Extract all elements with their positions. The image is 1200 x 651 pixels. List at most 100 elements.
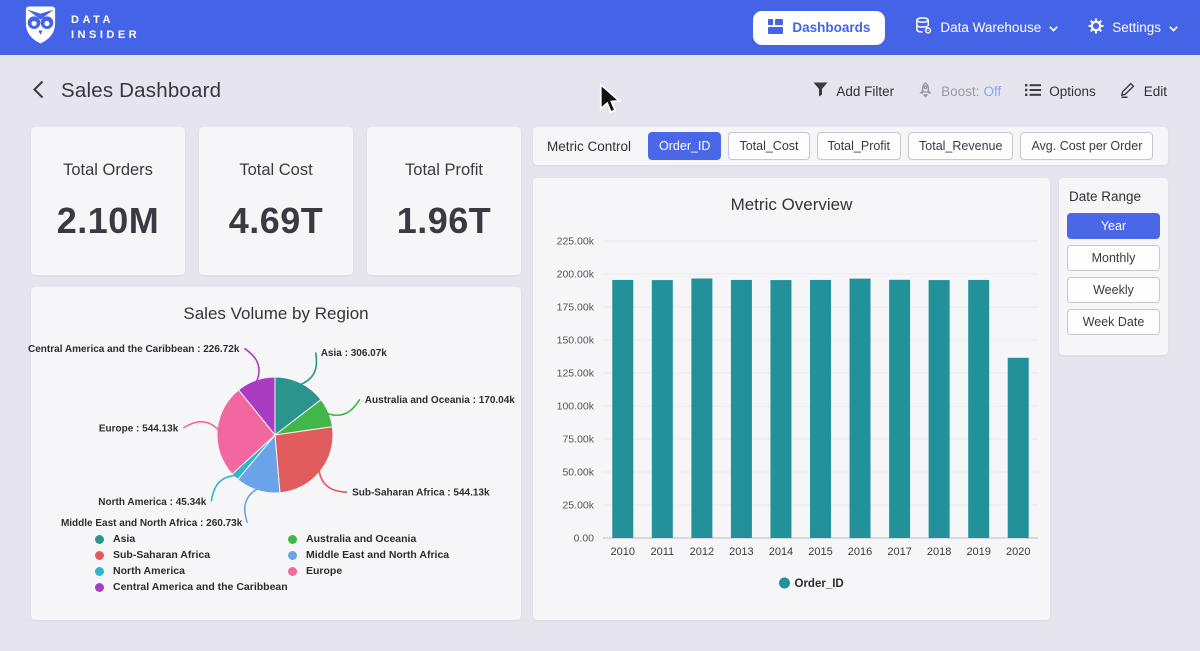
x-tick-label: 2012 xyxy=(690,546,714,558)
legend-item-middle-east-and-north-africa[interactable]: Middle East and North Africa xyxy=(288,549,449,561)
edit-pencil-icon xyxy=(1120,82,1136,101)
date-range-button-week-date[interactable]: Week Date xyxy=(1067,309,1160,335)
settings-label: Settings xyxy=(1112,20,1161,35)
x-tick-label: 2018 xyxy=(927,546,951,558)
bar-2014[interactable] xyxy=(770,280,791,538)
legend-dot xyxy=(95,535,104,544)
dashboards-label: Dashboards xyxy=(792,20,870,35)
legend-dot xyxy=(95,551,104,560)
dashboards-button[interactable]: Dashboards xyxy=(753,11,885,45)
y-tick-label: 50.00k xyxy=(562,467,594,479)
add-filter-label: Add Filter xyxy=(836,84,894,99)
chevron-down-icon xyxy=(1049,20,1058,35)
options-button[interactable]: Options xyxy=(1025,83,1096,100)
database-icon xyxy=(915,17,932,38)
metric-button-total-revenue[interactable]: Total_Revenue xyxy=(908,132,1013,160)
pie-legend-column-2: Australia and Oceania Middle East and Nor… xyxy=(288,533,449,577)
options-label: Options xyxy=(1049,84,1096,99)
legend-label: North America xyxy=(113,565,185,577)
owl-logo-icon xyxy=(22,5,59,50)
kpi-card-total-profit: Total Profit 1.96T xyxy=(367,127,521,275)
bar-2019[interactable] xyxy=(968,280,989,538)
x-tick-label: 2016 xyxy=(848,546,872,558)
edit-button[interactable]: Edit xyxy=(1120,82,1167,101)
x-tick-label: 2014 xyxy=(769,546,793,558)
legend-dot xyxy=(288,567,297,576)
legend-label: Middle East and North Africa xyxy=(306,549,449,561)
brand-line2: INSIDER xyxy=(71,28,140,43)
bar-2016[interactable] xyxy=(850,279,871,538)
metric-control-bar: Metric Control Order_IDTotal_Cost Total_P… xyxy=(533,127,1168,165)
metric-button-total-profit[interactable]: Total_Profit xyxy=(817,132,902,160)
legend-item-sub-saharan-africa[interactable]: Sub-Saharan Africa xyxy=(95,549,288,561)
legend-label: Sub-Saharan Africa xyxy=(113,549,210,561)
pie-slice-label: Australia and Oceania : 170.04k xyxy=(365,395,516,406)
y-tick-label: 100.00k xyxy=(557,401,595,413)
kpi-card-total-cost: Total Cost 4.69T xyxy=(199,127,353,275)
kpi-value: 2.10M xyxy=(57,200,160,242)
bar-2010[interactable] xyxy=(612,280,633,538)
x-tick-label: 2019 xyxy=(966,546,990,558)
bar-2018[interactable] xyxy=(929,280,950,538)
metric-button-total-cost[interactable]: Total_Cost xyxy=(728,132,809,160)
kpi-label: Total Orders xyxy=(63,161,153,180)
bar-2017[interactable] xyxy=(889,280,910,538)
data-warehouse-label: Data Warehouse xyxy=(940,20,1041,35)
brand-line1: DATA xyxy=(71,13,140,28)
pie-legend-column-1: Asia Sub-Saharan Africa North America Centr… xyxy=(95,533,288,593)
metric-button-avg-cost-per-order[interactable]: Avg. Cost per Order xyxy=(1020,132,1153,160)
back-button[interactable] xyxy=(33,80,44,102)
add-filter-button[interactable]: Add Filter xyxy=(813,82,894,100)
y-tick-label: 125.00k xyxy=(557,368,595,380)
legend-dot xyxy=(288,535,297,544)
legend-item-europe[interactable]: Europe xyxy=(288,565,449,577)
chevron-left-icon xyxy=(33,80,44,102)
bar-2020[interactable] xyxy=(1008,358,1029,538)
legend-item-central-america-and-the-caribbean[interactable]: Central America and the Caribbean xyxy=(95,581,288,593)
gear-icon xyxy=(1088,18,1104,37)
pie-label-line xyxy=(300,353,317,385)
legend-item-australia-and-oceania[interactable]: Australia and Oceania xyxy=(288,533,449,545)
date-range-buttons: Year Monthly Weekly Week Date xyxy=(1067,213,1160,335)
metric-overview-card: Metric Overview 0.0025.00k50.00k75.00k10… xyxy=(533,178,1050,620)
legend-item-asia[interactable]: Asia xyxy=(95,533,288,545)
date-range-button-monthly[interactable]: Monthly xyxy=(1067,245,1160,271)
y-tick-label: 150.00k xyxy=(557,335,595,347)
bar-2012[interactable] xyxy=(691,278,712,538)
legend-label: Europe xyxy=(306,565,342,577)
legend-dot xyxy=(288,551,297,560)
bar-2013[interactable] xyxy=(731,280,752,538)
x-tick-label: 2010 xyxy=(611,546,635,558)
metric-button-order-id[interactable]: Order_ID xyxy=(648,132,721,160)
data-warehouse-menu[interactable]: Data Warehouse xyxy=(915,17,1058,38)
date-range-button-year[interactable]: Year xyxy=(1067,213,1160,239)
y-tick-label: 200.00k xyxy=(557,269,595,281)
sales-volume-card: Sales Volume by Region Asia : 306.07kAus… xyxy=(31,287,521,620)
top-navigation: Dashboards Data Warehouse xyxy=(753,11,1178,45)
x-tick-label: 2011 xyxy=(650,546,674,558)
legend-dot xyxy=(95,567,104,576)
legend-label: Australia and Oceania xyxy=(306,533,416,545)
settings-menu[interactable]: Settings xyxy=(1088,18,1178,37)
bar-2011[interactable] xyxy=(652,280,673,538)
kpi-label: Total Profit xyxy=(405,161,483,180)
header-toolbar: Add Filter Boost: Off xyxy=(813,82,1167,101)
date-range-button-weekly[interactable]: Weekly xyxy=(1067,277,1160,303)
date-range-label: Date Range xyxy=(1069,189,1160,204)
bar-legend-label[interactable]: Order_ID xyxy=(795,578,844,590)
kpi-value: 4.69T xyxy=(229,200,324,242)
kpi-label: Total Cost xyxy=(239,161,312,180)
metric-control-buttons: Order_IDTotal_Cost Total_ProfitTotal_Reve… xyxy=(648,132,1153,160)
legend-label: Central America and the Caribbean xyxy=(113,581,288,593)
x-tick-label: 2013 xyxy=(729,546,753,558)
pie-slice-label: North America : 45.34k xyxy=(98,497,206,508)
bar-legend-dot xyxy=(779,578,790,589)
metric-control-label: Metric Control xyxy=(547,139,631,154)
page-header: Sales Dashboard Add Filter Boost: Off xyxy=(0,55,1200,127)
chevron-down-icon xyxy=(1169,20,1178,35)
topbar: DATA INSIDER Dashboards xyxy=(0,0,1200,55)
bar-2015[interactable] xyxy=(810,280,831,538)
legend-item-north-america[interactable]: North America xyxy=(95,565,288,577)
boost-toggle[interactable]: Boost: Off xyxy=(918,82,1001,101)
pie-slice-label: Asia : 306.07k xyxy=(321,348,388,359)
